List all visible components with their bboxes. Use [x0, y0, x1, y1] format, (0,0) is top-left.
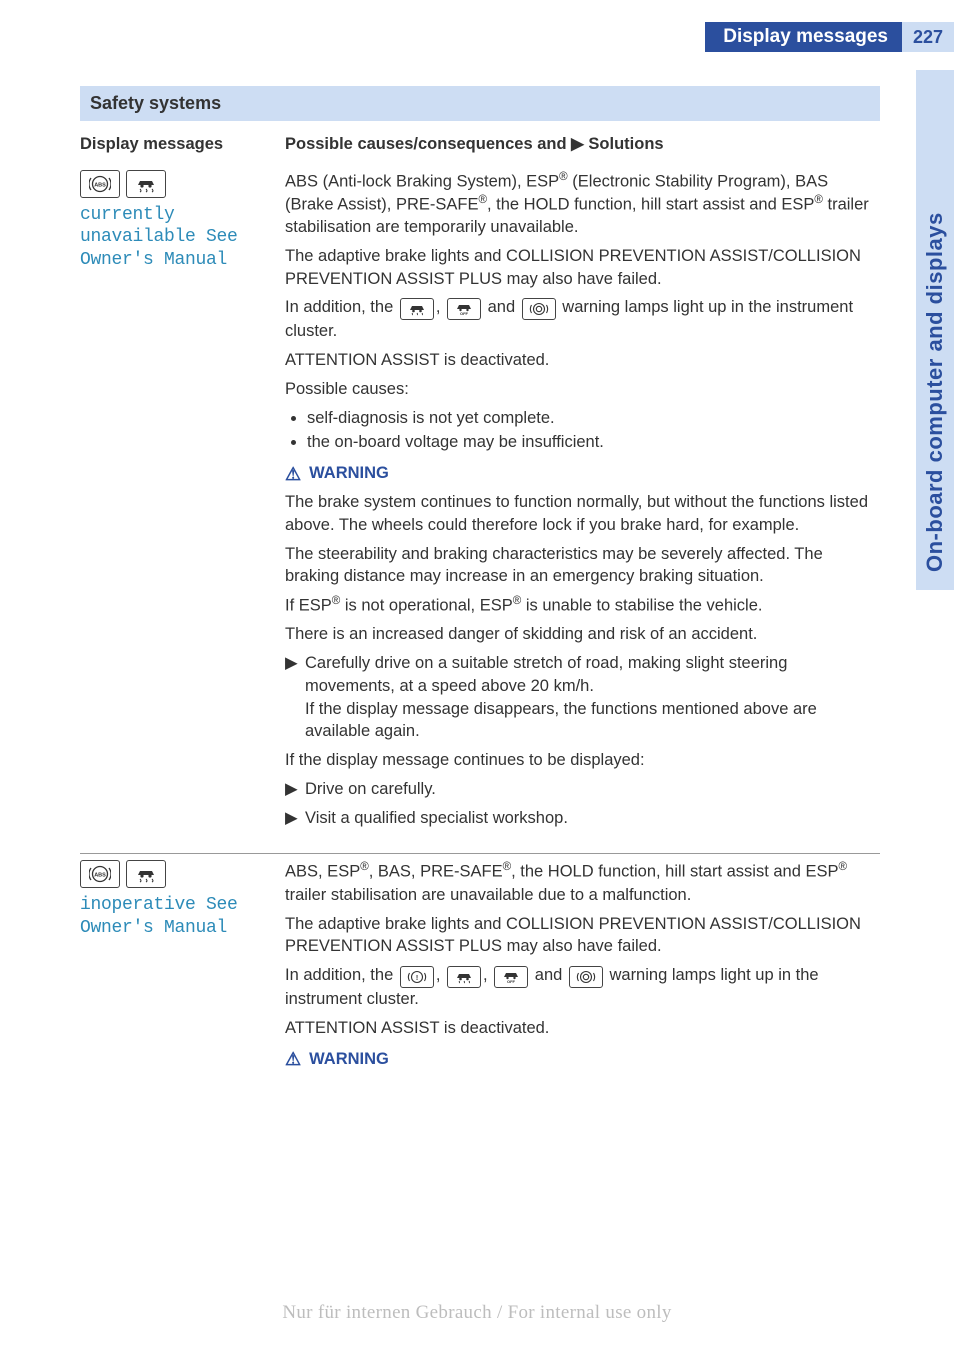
car-warn-icon	[400, 298, 434, 320]
body-text: ABS (Anti-lock Braking System), ESP® (El…	[285, 170, 880, 239]
abs-icon: ABS	[80, 860, 120, 888]
svg-text:OFF: OFF	[460, 311, 469, 316]
warning-triangle-icon: ⚠	[285, 465, 301, 483]
warning-heading: ⚠ WARNING	[285, 462, 880, 485]
page-title: Display messages	[705, 22, 902, 52]
step-item: ▶ Visit a qualified specialist workshop.	[285, 807, 880, 830]
body-text: The brake system continues to function n…	[285, 491, 880, 537]
display-message-text: inoperative See Owner's Manual	[80, 894, 275, 939]
page-header: Display messages 227	[0, 22, 954, 52]
solid-triangle-icon: ▶	[571, 135, 584, 153]
solid-triangle-icon: ▶	[285, 778, 299, 801]
svg-text:OFF: OFF	[507, 979, 516, 984]
messages-table: Display messages Possible causes/consequ…	[80, 129, 880, 1095]
table-row: ABS inoperative See Owner's Manual ABS, …	[80, 854, 880, 1094]
car-warn-icon	[447, 966, 481, 988]
solid-triangle-icon: ▶	[285, 807, 299, 830]
body-text: Possible causes:	[285, 378, 880, 401]
info-circle-icon: !	[400, 966, 434, 988]
car-skid-icon	[126, 860, 166, 888]
svg-text:ABS: ABS	[94, 182, 106, 188]
body-text: ATTENTION ASSIST is deactivated.	[285, 349, 880, 372]
page-number: 227	[902, 22, 954, 52]
body-text: ABS, ESP®, BAS, PRE-SAFE®, the HOLD func…	[285, 860, 880, 906]
body-text: The adaptive brake lights and COLLISION …	[285, 245, 880, 291]
section-side-tab: On-board computer and displays	[916, 70, 954, 590]
section-header: Safety systems	[80, 86, 880, 121]
body-text: If ESP® is not operational, ESP® is unab…	[285, 594, 880, 617]
display-message-text: currently unavailable See Owner's Manual	[80, 204, 275, 272]
main-content: Safety systems Display messages Possible…	[80, 86, 880, 1094]
body-text: There is an increased danger of skidding…	[285, 623, 880, 646]
body-text: If the display message continues to be d…	[285, 749, 880, 772]
warning-heading: ⚠ WARNING	[285, 1048, 880, 1071]
solid-triangle-icon: ▶	[285, 652, 299, 743]
body-text: In addition, the , OFF and warning lamps…	[285, 296, 880, 343]
warning-triangle-icon: ⚠	[285, 1050, 301, 1068]
body-text: The steerability and braking characteris…	[285, 543, 880, 589]
list-item: self-diagnosis is not yet complete.	[307, 407, 880, 430]
footer-watermark: Nur für internen Gebrauch / For internal…	[0, 1300, 954, 1326]
step-item: ▶ Drive on carefully.	[285, 778, 880, 801]
car-off-icon: OFF	[447, 298, 481, 320]
svg-text:!: !	[416, 975, 418, 982]
col-header-display: Display messages	[80, 129, 285, 164]
abs-icon: ABS	[80, 170, 120, 198]
bullet-list: self-diagnosis is not yet complete. the …	[285, 407, 880, 455]
table-row: ABS currently unavailable See Owner's Ma…	[80, 164, 880, 854]
car-off-icon: OFF	[494, 966, 528, 988]
brake-circle-icon	[569, 966, 603, 988]
body-text: ATTENTION ASSIST is deactivated.	[285, 1017, 880, 1040]
body-text: The adaptive brake lights and COLLISION …	[285, 913, 880, 959]
col-header-solutions: Possible causes/consequences and ▶ Solut…	[285, 129, 880, 164]
list-item: the on-board voltage may be insufficient…	[307, 431, 880, 454]
car-skid-icon	[126, 170, 166, 198]
svg-text:ABS: ABS	[94, 873, 106, 879]
brake-circle-icon	[522, 298, 556, 320]
body-text: In addition, the !, , OFF and warning la…	[285, 964, 880, 1011]
step-item: ▶ Carefully drive on a suitable stretch …	[285, 652, 880, 743]
